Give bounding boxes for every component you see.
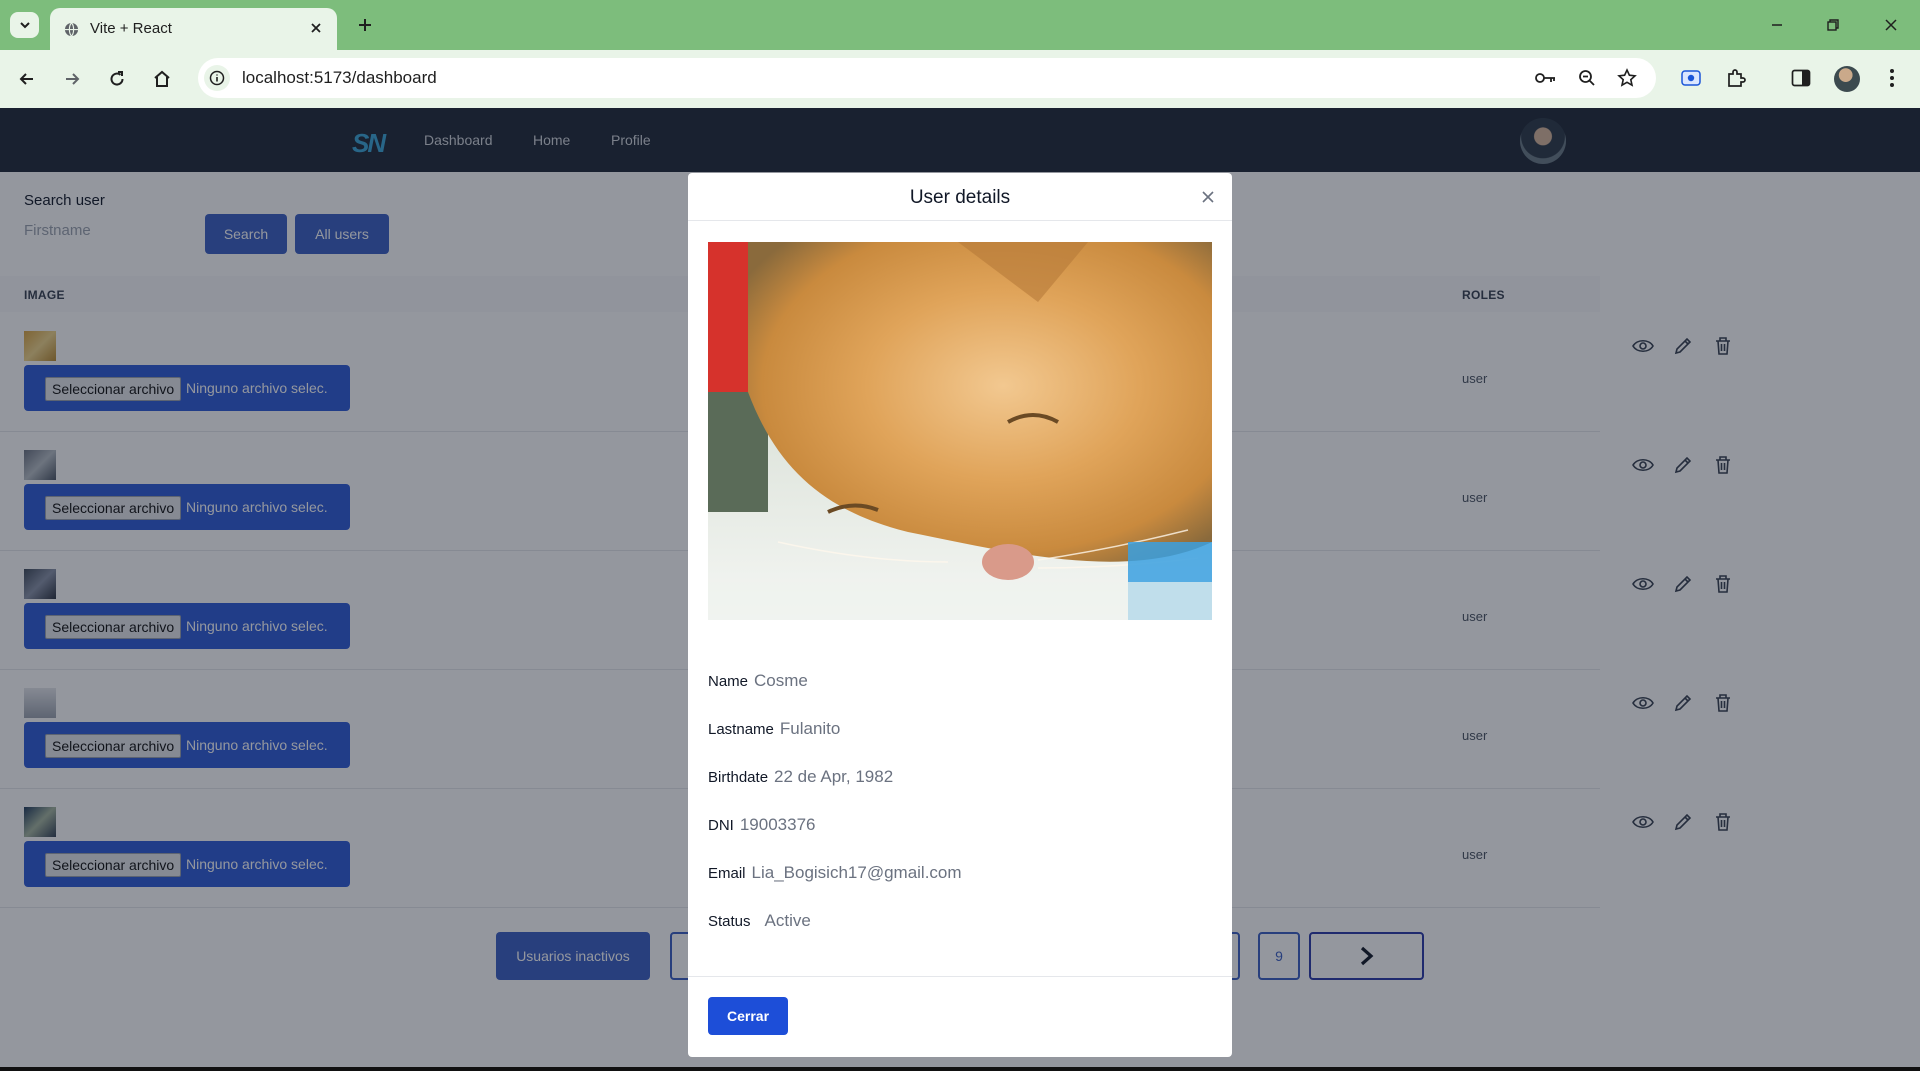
close-window-button[interactable] [1876, 10, 1906, 40]
modal-footer-divider [688, 976, 1232, 977]
url-text: localhost:5173/dashboard [242, 68, 437, 87]
email-value: Lia_Bogisich17@gmail.com [751, 863, 962, 882]
side-panel-icon[interactable] [1787, 64, 1815, 92]
bookmark-star-icon[interactable] [1615, 66, 1639, 90]
modal-title: User details [909, 187, 1011, 208]
birthdate-value: 22 de Apr, 1982 [774, 767, 894, 786]
status-label: Status [708, 913, 751, 930]
new-tab-button[interactable] [352, 12, 378, 38]
home-button[interactable] [147, 64, 177, 94]
site-info-icon[interactable] [204, 65, 230, 91]
reload-button[interactable] [102, 64, 132, 94]
tab-close-icon[interactable] [305, 17, 327, 39]
reload-icon [110, 71, 124, 86]
restore-button[interactable] [1818, 10, 1848, 40]
home-icon [154, 70, 170, 87]
extensions-puzzle-icon[interactable] [1722, 64, 1750, 92]
modal-header-divider [688, 220, 1232, 221]
name-label: Name [708, 673, 749, 690]
lastname-label: Lastname [708, 721, 774, 738]
menu-kebab-icon[interactable] [1878, 64, 1906, 92]
zoom-icon[interactable] [1575, 66, 1599, 90]
arrow-right-icon [66, 73, 80, 85]
field-email: Email Lia_Bogisich17@gmail.com [708, 863, 962, 883]
address-bar[interactable]: localhost:5173/dashboard [198, 58, 1656, 98]
close-icon [1885, 19, 1897, 31]
chevron-down-icon [19, 22, 30, 29]
browser-toolbar: localhost:5173/dashboard [0, 50, 1920, 108]
tab-title: Vite + React [90, 20, 172, 37]
back-button[interactable] [12, 64, 42, 94]
forward-button[interactable] [57, 64, 87, 94]
minimize-button[interactable] [1762, 10, 1792, 40]
browser-profile-avatar[interactable] [1834, 66, 1860, 92]
field-dni: DNI 19003376 [708, 815, 815, 835]
page-bottom-edge [0, 1067, 1920, 1080]
arrow-left-icon [19, 73, 33, 85]
user-details-modal: User details Name Cosme Lastname Fulanit… [688, 173, 1232, 1057]
restore-icon [1827, 19, 1839, 31]
plus-icon [359, 19, 371, 31]
globe-icon [64, 22, 79, 37]
close-button[interactable]: Cerrar [708, 997, 788, 1035]
field-birthdate: Birthdate 22 de Apr, 1982 [708, 767, 893, 787]
field-status: Status Active [708, 911, 811, 931]
browser-tab[interactable]: Vite + React [50, 8, 337, 50]
key-icon[interactable] [1534, 66, 1558, 90]
minimize-icon [1772, 24, 1782, 26]
extension-screen-icon[interactable] [1677, 64, 1705, 92]
tab-search-button[interactable] [10, 12, 39, 38]
user-photo [708, 242, 1212, 620]
field-lastname: Lastname Fulanito [708, 719, 840, 739]
dni-value: 19003376 [739, 815, 816, 834]
birthdate-label: Birthdate [708, 769, 769, 786]
email-label: Email [708, 865, 746, 882]
dni-label: DNI [708, 817, 734, 834]
modal-close-icon[interactable] [1198, 187, 1218, 207]
browser-tabstrip: Vite + React [0, 0, 1920, 50]
field-name: Name Cosme [708, 671, 808, 691]
status-value: Active [764, 911, 811, 930]
name-value: Cosme [754, 671, 808, 690]
lastname-value: Fulanito [779, 719, 841, 738]
